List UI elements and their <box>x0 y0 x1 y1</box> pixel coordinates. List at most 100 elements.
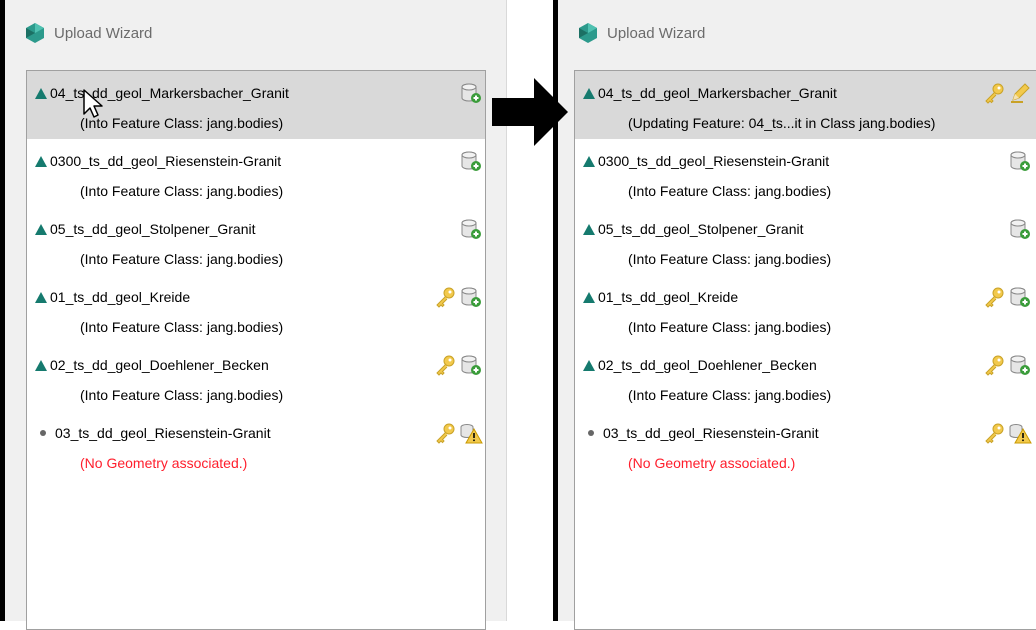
key-icon <box>985 355 1004 376</box>
key-icon <box>436 287 455 308</box>
database-add-icon <box>461 83 481 103</box>
item-header: 01_ts_dd_geol_Kreide <box>581 287 738 307</box>
app-logo-icon <box>26 23 44 43</box>
database-add-icon <box>461 287 481 307</box>
pencil-icon <box>1011 83 1030 103</box>
item-icons[interactable] <box>433 285 483 309</box>
item-header: 0300_ts_dd_geol_Riesenstein-Granit <box>33 151 281 171</box>
warning-icon <box>460 424 483 444</box>
item-target-text: (Into Feature Class: jang.bodies) <box>628 183 832 199</box>
status-triangle-icon <box>583 291 595 303</box>
status-triangle-icon <box>583 359 595 371</box>
item-name: 0300_ts_dd_geol_Riesenstein-Granit <box>598 153 830 169</box>
black-border-left <box>0 0 5 621</box>
item-target-text: (Into Feature Class: jang.bodies) <box>628 387 832 403</box>
list-item[interactable]: 04_ts_dd_geol_Markersbacher_Granit (Updat… <box>575 71 1036 139</box>
item-icons[interactable] <box>459 217 483 241</box>
list-item[interactable]: 02_ts_dd_geol_Doehlener_Becken (Into Feat… <box>575 343 1036 411</box>
status-triangle-icon <box>35 359 47 371</box>
list-item[interactable]: 01_ts_dd_geol_Kreide (Into Feature Class:… <box>575 275 1036 343</box>
item-target-text: (Into Feature Class: jang.bodies) <box>80 183 284 199</box>
key-icon <box>985 423 1004 444</box>
title-text: Upload Wizard <box>54 24 153 42</box>
item-name: 05_ts_dd_geol_Stolpener_Granit <box>598 221 804 237</box>
database-add-icon <box>461 151 481 171</box>
list-item[interactable]: 0300_ts_dd_geol_Riesenstein-Granit (Into … <box>575 139 1036 207</box>
item-name: 02_ts_dd_geol_Doehlener_Becken <box>598 357 817 373</box>
database-add-icon <box>461 355 481 375</box>
window-title: Upload Wizard <box>24 18 152 48</box>
status-triangle-icon <box>583 223 595 235</box>
item-icons[interactable] <box>433 353 483 377</box>
item-header: 01_ts_dd_geol_Kreide <box>33 287 190 307</box>
item-header: 03_ts_dd_geol_Riesenstein-Granit <box>581 423 819 443</box>
item-target-text: (Into Feature Class: jang.bodies) <box>80 319 284 335</box>
item-name: 02_ts_dd_geol_Doehlener_Becken <box>50 357 269 373</box>
item-icons[interactable] <box>459 81 483 105</box>
item-icons[interactable] <box>459 149 483 173</box>
item-target-text: (Into Feature Class: jang.bodies) <box>80 115 284 131</box>
status-triangle-icon <box>35 155 47 167</box>
list-item[interactable]: 03_ts_dd_geol_Riesenstein-Granit (No Geom… <box>27 411 485 479</box>
app-logo-icon <box>579 23 597 43</box>
item-name: 0300_ts_dd_geol_Riesenstein-Granit <box>50 153 282 169</box>
item-error-text: (No Geometry associated.) <box>628 455 796 471</box>
item-icons[interactable] <box>982 421 1032 445</box>
item-header: 04_ts_dd_geol_Markersbacher_Granit <box>581 83 837 103</box>
window-title: Upload Wizard <box>577 18 705 48</box>
status-dot-icon <box>588 430 594 436</box>
database-add-icon <box>1010 151 1030 171</box>
list-item[interactable]: 01_ts_dd_geol_Kreide (Into Feature Class:… <box>27 275 485 343</box>
item-target-text: (Into Feature Class: jang.bodies) <box>628 251 832 267</box>
database-add-icon <box>1010 219 1030 239</box>
transition-arrow-icon <box>492 78 568 146</box>
status-triangle-icon <box>35 223 47 235</box>
item-icons[interactable] <box>982 353 1032 377</box>
item-icons[interactable] <box>433 421 483 445</box>
status-dot-icon <box>40 430 46 436</box>
key-icon <box>985 83 1004 104</box>
item-header: 02_ts_dd_geol_Doehlener_Becken <box>33 355 269 375</box>
list-item[interactable]: 0300_ts_dd_geol_Riesenstein-Granit (Into … <box>27 139 485 207</box>
item-header: 04_ts_dd_geol_Markersbacher_Granit <box>33 83 289 103</box>
item-name: 01_ts_dd_geol_Kreide <box>50 289 191 305</box>
status-triangle-icon <box>35 291 47 303</box>
item-error-text: (No Geometry associated.) <box>80 455 248 471</box>
item-name: 04_ts_dd_geol_Markersbacher_Granit <box>598 85 837 101</box>
item-target-text: (Into Feature Class: jang.bodies) <box>80 251 284 267</box>
item-name: 03_ts_dd_geol_Riesenstein-Granit <box>603 425 819 441</box>
item-target-text: (Updating Feature: 04_ts...it in Class j… <box>628 115 936 131</box>
item-icons[interactable] <box>982 285 1032 309</box>
list-item[interactable]: 05_ts_dd_geol_Stolpener_Granit (Into Feat… <box>27 207 485 275</box>
upload-list[interactable]: 04_ts_dd_geol_Markersbacher_Granit (Updat… <box>574 70 1036 630</box>
item-header: 0300_ts_dd_geol_Riesenstein-Granit <box>581 151 829 171</box>
item-header: 05_ts_dd_geol_Stolpener_Granit <box>581 219 804 239</box>
upload-list[interactable]: 04_ts_dd_geol_Markersbacher_Granit (Into … <box>26 70 486 630</box>
status-triangle-icon <box>583 155 595 167</box>
database-add-icon <box>461 219 481 239</box>
status-triangle-icon <box>583 87 595 99</box>
key-icon <box>436 423 455 444</box>
item-target-text: (Into Feature Class: jang.bodies) <box>80 387 284 403</box>
title-text: Upload Wizard <box>607 24 706 42</box>
item-name: 01_ts_dd_geol_Kreide <box>598 289 739 305</box>
left-panel: Upload Wizard 04_ts_dd_geol_Markersbache… <box>0 0 506 630</box>
database-add-icon <box>1010 355 1030 375</box>
list-item[interactable]: 03_ts_dd_geol_Riesenstein-Granit (No Geom… <box>575 411 1036 479</box>
item-icons[interactable] <box>982 81 1032 105</box>
mouse-cursor-icon <box>83 89 103 118</box>
item-icons[interactable] <box>1008 217 1032 241</box>
status-triangle-icon <box>35 87 47 99</box>
item-header: 02_ts_dd_geol_Doehlener_Becken <box>581 355 817 375</box>
list-item[interactable]: 05_ts_dd_geol_Stolpener_Granit (Into Feat… <box>575 207 1036 275</box>
item-header: 03_ts_dd_geol_Riesenstein-Granit <box>33 423 271 443</box>
item-header: 05_ts_dd_geol_Stolpener_Granit <box>33 219 256 239</box>
item-name: 03_ts_dd_geol_Riesenstein-Granit <box>55 425 271 441</box>
item-target-text: (Into Feature Class: jang.bodies) <box>628 319 832 335</box>
item-icons[interactable] <box>1008 149 1032 173</box>
warning-icon <box>1009 424 1032 444</box>
list-item[interactable]: 02_ts_dd_geol_Doehlener_Becken (Into Feat… <box>27 343 485 411</box>
item-name: 05_ts_dd_geol_Stolpener_Granit <box>50 221 256 237</box>
database-add-icon <box>1010 287 1030 307</box>
key-icon <box>985 287 1004 308</box>
